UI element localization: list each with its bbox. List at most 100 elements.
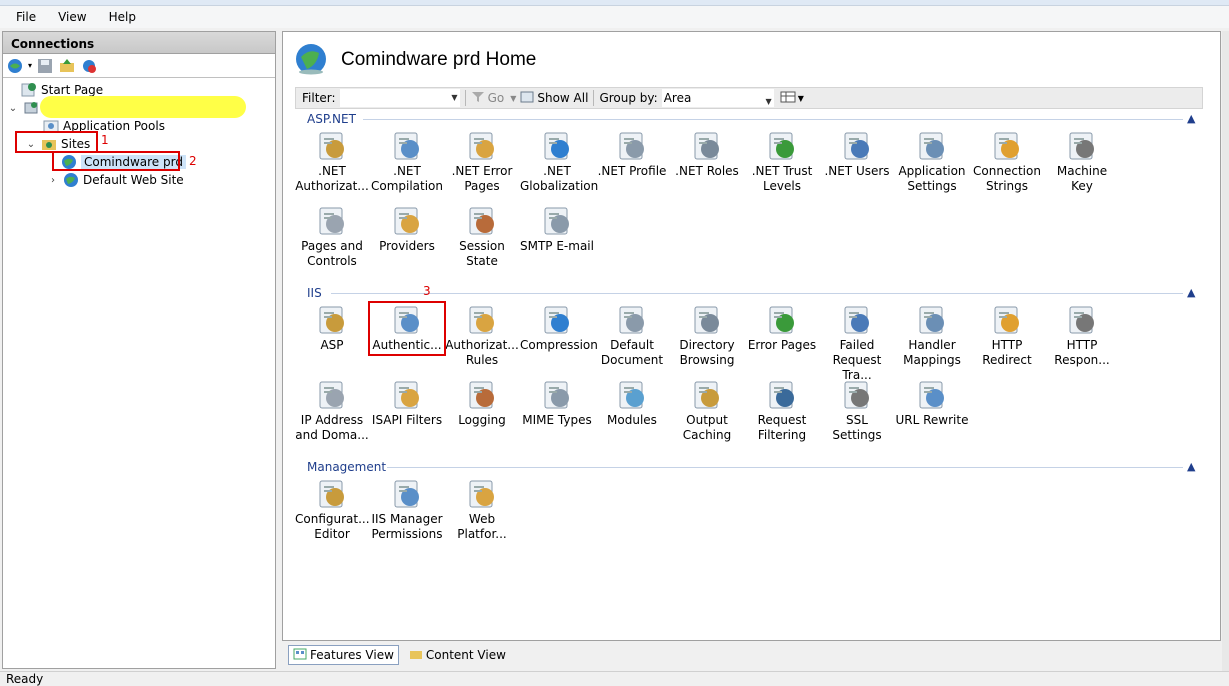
show-all-button[interactable]: Show All — [537, 91, 588, 105]
feature-label-line1: IIS Manager — [371, 512, 443, 526]
directory-browsing-icon — [694, 306, 719, 334]
feature-connection-strings[interactable]: Connection Strings — [970, 130, 1044, 194]
feature-application-settings[interactable]: Application Settings — [895, 130, 969, 194]
section-iis: IIS — [307, 286, 322, 300]
feature-label-line1: Modules — [607, 413, 657, 427]
iis-collapse-icon[interactable]: ▲ — [1187, 286, 1195, 299]
tab-features-view[interactable]: Features View — [288, 645, 399, 665]
feature-http-redirect[interactable]: HTTP Redirect — [970, 304, 1044, 368]
feature-providers[interactable]: Providers — [370, 205, 444, 254]
feature-session-state[interactable]: Session State — [445, 205, 519, 269]
feature-authorizat-rules[interactable]: Authorizat... Rules — [445, 304, 519, 368]
filter-dropdown-icon[interactable]: ▼ — [451, 93, 457, 102]
expand-chevron-icon[interactable]: ⌄ — [7, 103, 19, 114]
feature-label-line1: .NET — [543, 164, 571, 178]
feature-failed-request-tra[interactable]: Failed Request Tra... — [820, 304, 894, 383]
yellow-highlight-redaction — [40, 96, 246, 118]
feature-label-line2: Platfor... — [457, 527, 507, 541]
feature-label-line1: .NET Users — [824, 164, 890, 178]
feature-compression[interactable]: Compression — [520, 304, 598, 353]
feature-configurat-editor[interactable]: Configurat... Editor — [295, 478, 370, 542]
menu-help[interactable]: Help — [103, 10, 142, 24]
go-funnel-icon — [471, 91, 485, 106]
feature-http-respon[interactable]: HTTP Respon... — [1045, 304, 1119, 368]
aspnet-collapse-icon[interactable]: ▲ — [1187, 112, 1195, 125]
feature-mime-types[interactable]: MIME Types — [520, 379, 594, 428]
handler-mappings-icon — [919, 306, 944, 334]
feature-label-line2: Globalization — [520, 179, 599, 193]
feature-isapi-filters[interactable]: ISAPI Filters — [370, 379, 444, 428]
feature-label-line1: Request — [757, 413, 807, 427]
group-by-label: Group by: — [599, 91, 658, 105]
feature-web-platfor[interactable]: Web Platfor... — [445, 478, 519, 542]
net-roles-icon — [694, 132, 719, 160]
disconnect-icon[interactable] — [80, 57, 98, 75]
feature-label-line1: .NET Profile — [597, 164, 667, 178]
feature-ssl-settings[interactable]: SSL Settings — [820, 379, 894, 443]
feature-modules[interactable]: Modules — [595, 379, 669, 428]
filter-label: Filter: — [302, 91, 336, 105]
tree-site-default-label: Default Web Site — [83, 173, 184, 187]
feature-net-profile[interactable]: .NET Profile — [595, 130, 669, 179]
window-scrollbar[interactable] — [1222, 31, 1229, 671]
group-by-select[interactable]: Area ▼ — [661, 89, 774, 107]
menu-file[interactable]: File — [10, 10, 42, 24]
filter-bar: Filter: ▼ Go ▼ Show All Group by: Area ▼ … — [295, 87, 1203, 109]
go-button[interactable]: Go — [488, 91, 505, 105]
connect-globe-icon[interactable] — [6, 57, 24, 75]
menu-view[interactable]: View — [52, 10, 92, 24]
feature-net-globalization[interactable]: .NET Globalization — [520, 130, 599, 194]
pages-and-controls-icon — [319, 207, 344, 235]
groupby-separator — [593, 90, 595, 106]
status-bar: Ready — [0, 671, 1229, 686]
tree-site-default[interactable]: › Default Web Site — [47, 171, 184, 189]
feature-label-line1: HTTP — [1066, 338, 1098, 352]
group-by-dropdown-icon[interactable]: ▼ — [766, 93, 772, 111]
feature-default-document[interactable]: Default Document — [595, 304, 669, 368]
tab-content-view[interactable]: Content View — [405, 645, 510, 665]
feature-net-authorizat[interactable]: .NET Authorizat... — [295, 130, 369, 194]
feature-iis-manager-permissions[interactable]: IIS Manager Permissions — [370, 478, 444, 542]
feature-label-line1: IP Address — [300, 413, 364, 427]
mime-types-icon — [544, 381, 569, 409]
menu-bar: File View Help — [0, 6, 1229, 28]
feature-label-line1: HTTP — [991, 338, 1023, 352]
save-icon[interactable] — [36, 57, 54, 75]
feature-smtp-e-mail[interactable]: SMTP E-mail — [520, 205, 594, 254]
tree-server-node[interactable]: ⌄ — [7, 99, 43, 117]
feature-net-users[interactable]: .NET Users — [820, 130, 894, 179]
view-tabs: Features View Content View — [282, 643, 1221, 667]
connections-pane: Connections ▾ Start Page ⌄ Application P… — [2, 31, 276, 669]
default-site-expand-icon[interactable]: › — [47, 175, 59, 186]
feature-label-line1: Directory — [679, 338, 735, 352]
authorizat-rules-icon — [469, 306, 494, 334]
feature-output-caching[interactable]: Output Caching — [670, 379, 744, 443]
feature-error-pages[interactable]: Error Pages — [745, 304, 819, 353]
feature-label-line1: Failed — [839, 338, 875, 352]
feature-label-line1: Web — [468, 512, 496, 526]
feature-handler-mappings[interactable]: Handler Mappings — [895, 304, 969, 368]
features-pane: Comindware prd Home Filter: ▼ Go ▼ Show … — [282, 31, 1221, 641]
annotation-number-1: 1 — [101, 133, 109, 147]
feature-net-roles[interactable]: .NET Roles — [670, 130, 744, 179]
feature-net-error-pages[interactable]: .NET Error Pages — [445, 130, 519, 194]
feature-machine-key[interactable]: Machine Key — [1045, 130, 1119, 194]
up-folder-icon[interactable] — [58, 57, 76, 75]
view-mode-dropdown-icon[interactable]: ▼ — [798, 94, 804, 103]
feature-logging[interactable]: Logging — [445, 379, 519, 428]
feature-url-rewrite[interactable]: URL Rewrite — [895, 379, 969, 428]
feature-request-filtering[interactable]: Request Filtering — [745, 379, 819, 443]
view-mode-icon[interactable] — [780, 91, 796, 106]
feature-pages-and-controls[interactable]: Pages and Controls — [295, 205, 369, 269]
go-dropdown-icon[interactable]: ▼ — [510, 94, 516, 103]
feature-net-compilation[interactable]: .NET Compilation — [370, 130, 444, 194]
feature-asp[interactable]: ASP — [295, 304, 369, 353]
filter-input[interactable]: ▼ — [339, 89, 460, 107]
feature-net-trust-levels[interactable]: .NET Trust Levels — [745, 130, 819, 194]
start-page-icon — [21, 82, 37, 98]
feature-directory-browsing[interactable]: Directory Browsing — [670, 304, 744, 368]
connect-dropdown-icon[interactable]: ▾ — [28, 61, 32, 70]
management-collapse-icon[interactable]: ▲ — [1187, 460, 1195, 473]
feature-ip-address-and-doma[interactable]: IP Address and Doma... — [295, 379, 369, 443]
feature-label-line1: Compression — [520, 338, 598, 352]
